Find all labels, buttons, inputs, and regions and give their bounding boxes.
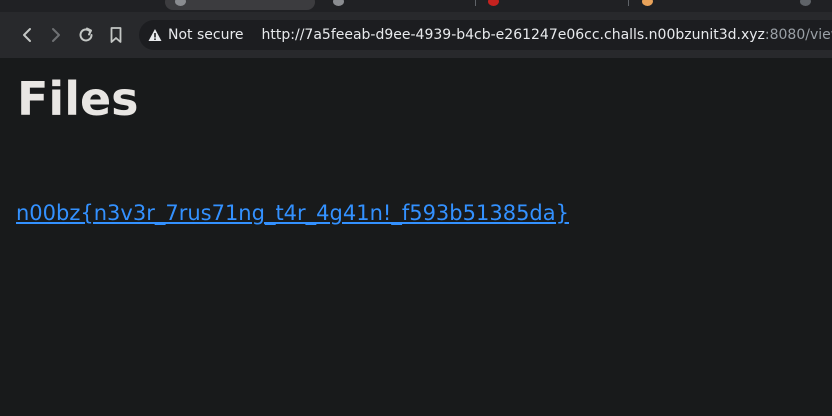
url-host: http://7a5feeab-d9ee-4939-b4cb-e261247e0… — [261, 27, 765, 43]
back-arrow-icon — [23, 28, 31, 42]
file-link[interactable]: n00bz{n3v3r_7rus71ng_t4r_4g41n!_f593b513… — [16, 201, 569, 225]
address-bar[interactable]: Not secure http://7a5feeab-d9ee-4939-b4c… — [139, 20, 832, 50]
globe-icon — [333, 0, 344, 6]
url-path: :8080/view/ae74c0af — [764, 27, 832, 43]
tab-separator — [628, 0, 629, 6]
bookmark-icon — [110, 27, 122, 43]
security-indicator[interactable]: Not secure — [148, 20, 244, 50]
back-button[interactable] — [16, 23, 38, 47]
favicon-icon — [488, 0, 499, 6]
bookmark-button[interactable] — [105, 23, 127, 47]
tab-separator — [475, 0, 476, 6]
reload-button[interactable] — [75, 23, 97, 47]
page-content: Files n00bz{n3v3r_7rus71ng_t4r_4g41n!_f5… — [0, 58, 832, 416]
tab-active[interactable] — [165, 0, 315, 10]
forward-button[interactable] — [45, 23, 67, 47]
page-title: Files — [17, 72, 139, 126]
reload-icon — [79, 27, 93, 42]
tab-strip — [0, 0, 832, 12]
security-label: Not secure — [168, 27, 244, 43]
favicon-icon — [642, 0, 653, 6]
toolbar: Not secure http://7a5feeab-d9ee-4939-b4c… — [0, 12, 832, 58]
favicon-icon — [800, 0, 811, 6]
browser-chrome: Not secure http://7a5feeab-d9ee-4939-b4c… — [0, 0, 832, 58]
warning-icon — [148, 29, 162, 41]
forward-arrow-icon — [52, 28, 60, 42]
